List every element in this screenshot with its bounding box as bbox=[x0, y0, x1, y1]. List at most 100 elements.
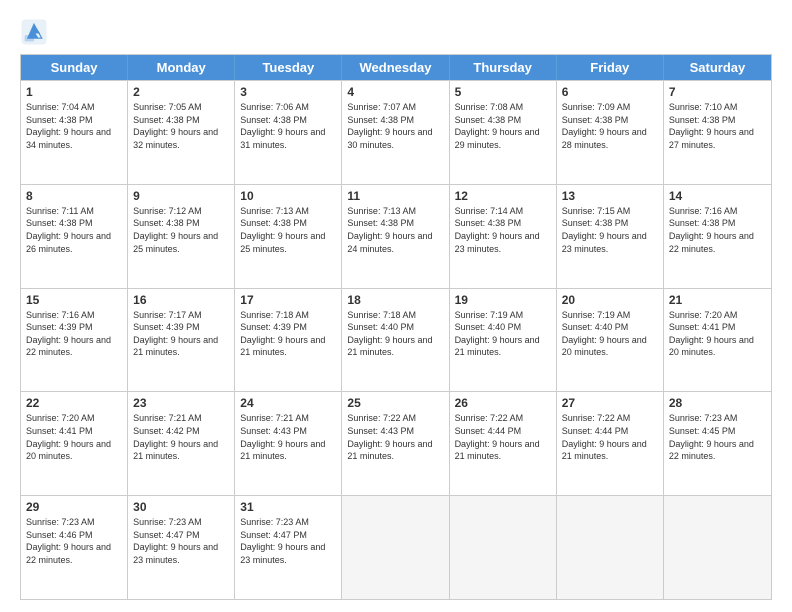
day-cell-26: 26Sunrise: 7:22 AMSunset: 4:44 PMDayligh… bbox=[450, 392, 557, 495]
day-info: Sunrise: 7:18 AMSunset: 4:39 PMDaylight:… bbox=[240, 310, 325, 358]
day-cell-17: 17 Sunrise: 7:18 AMSunset: 4:39 PMDayligh… bbox=[235, 289, 342, 392]
day-info: Sunrise: 7:09 AMSunset: 4:38 PMDaylight:… bbox=[562, 102, 647, 150]
day-info: Sunrise: 7:21 AMSunset: 4:43 PMDaylight:… bbox=[240, 413, 325, 461]
day-number: 28 bbox=[669, 396, 766, 410]
day-info: Sunrise: 7:16 AMSunset: 4:38 PMDaylight:… bbox=[669, 206, 754, 254]
day-info: Sunrise: 7:05 AMSunset: 4:38 PMDaylight:… bbox=[133, 102, 218, 150]
day-number: 25 bbox=[347, 396, 443, 410]
day-number: 3 bbox=[240, 85, 336, 99]
day-cell-31: 31 Sunrise: 7:23 AMSunset: 4:47 PMDayligh… bbox=[235, 496, 342, 599]
day-cell-7: 7Sunrise: 7:10 AMSunset: 4:38 PMDaylight… bbox=[664, 81, 771, 184]
day-info: Sunrise: 7:19 AMSunset: 4:40 PMDaylight:… bbox=[562, 310, 647, 358]
empty-cell bbox=[450, 496, 557, 599]
day-header-tuesday: Tuesday bbox=[235, 55, 342, 80]
day-header-saturday: Saturday bbox=[664, 55, 771, 80]
logo bbox=[20, 18, 52, 46]
day-cell-11: 11Sunrise: 7:13 AMSunset: 4:38 PMDayligh… bbox=[342, 185, 449, 288]
logo-icon bbox=[20, 18, 48, 46]
week-row-5: 29 Sunrise: 7:23 AMSunset: 4:46 PMDayligh… bbox=[21, 495, 771, 599]
day-info: Sunrise: 7:13 AMSunset: 4:38 PMDaylight:… bbox=[240, 206, 325, 254]
empty-cell bbox=[664, 496, 771, 599]
day-cell-1: 1Sunrise: 7:04 AMSunset: 4:38 PMDaylight… bbox=[21, 81, 128, 184]
day-info: Sunrise: 7:23 AMSunset: 4:47 PMDaylight:… bbox=[133, 517, 218, 565]
day-info: Sunrise: 7:14 AMSunset: 4:38 PMDaylight:… bbox=[455, 206, 540, 254]
day-cell-19: 19 Sunrise: 7:19 AMSunset: 4:40 PMDayligh… bbox=[450, 289, 557, 392]
day-info: Sunrise: 7:18 AMSunset: 4:40 PMDaylight:… bbox=[347, 310, 432, 358]
day-number: 30 bbox=[133, 500, 229, 514]
day-cell-23: 23 Sunrise: 7:21 AMSunset: 4:42 PMDayligh… bbox=[128, 392, 235, 495]
day-number: 21 bbox=[669, 293, 766, 307]
day-cell-15: 15 Sunrise: 7:16 AMSunset: 4:39 PMDayligh… bbox=[21, 289, 128, 392]
day-number: 23 bbox=[133, 396, 229, 410]
day-number: 1 bbox=[26, 85, 122, 99]
day-info: Sunrise: 7:17 AMSunset: 4:39 PMDaylight:… bbox=[133, 310, 218, 358]
day-number: 7 bbox=[669, 85, 766, 99]
calendar-body: 1Sunrise: 7:04 AMSunset: 4:38 PMDaylight… bbox=[21, 80, 771, 599]
week-row-3: 15 Sunrise: 7:16 AMSunset: 4:39 PMDayligh… bbox=[21, 288, 771, 392]
day-number: 8 bbox=[26, 189, 122, 203]
day-number: 2 bbox=[133, 85, 229, 99]
day-info: Sunrise: 7:23 AMSunset: 4:46 PMDaylight:… bbox=[26, 517, 111, 565]
day-number: 26 bbox=[455, 396, 551, 410]
day-number: 9 bbox=[133, 189, 229, 203]
day-cell-21: 21 Sunrise: 7:20 AMSunset: 4:41 PMDayligh… bbox=[664, 289, 771, 392]
day-info: Sunrise: 7:19 AMSunset: 4:40 PMDaylight:… bbox=[455, 310, 540, 358]
day-number: 20 bbox=[562, 293, 658, 307]
day-number: 4 bbox=[347, 85, 443, 99]
day-number: 12 bbox=[455, 189, 551, 203]
day-cell-20: 20 Sunrise: 7:19 AMSunset: 4:40 PMDayligh… bbox=[557, 289, 664, 392]
day-header-sunday: Sunday bbox=[21, 55, 128, 80]
day-cell-18: 18 Sunrise: 7:18 AMSunset: 4:40 PMDayligh… bbox=[342, 289, 449, 392]
day-number: 5 bbox=[455, 85, 551, 99]
day-cell-8: 8Sunrise: 7:11 AMSunset: 4:38 PMDaylight… bbox=[21, 185, 128, 288]
day-number: 27 bbox=[562, 396, 658, 410]
calendar: SundayMondayTuesdayWednesdayThursdayFrid… bbox=[20, 54, 772, 600]
day-cell-28: 28 Sunrise: 7:23 AMSunset: 4:45 PMDayligh… bbox=[664, 392, 771, 495]
day-header-thursday: Thursday bbox=[450, 55, 557, 80]
day-cell-12: 12 Sunrise: 7:14 AMSunset: 4:38 PMDayligh… bbox=[450, 185, 557, 288]
day-info: Sunrise: 7:13 AMSunset: 4:38 PMDaylight:… bbox=[347, 206, 432, 254]
day-number: 13 bbox=[562, 189, 658, 203]
day-cell-30: 30 Sunrise: 7:23 AMSunset: 4:47 PMDayligh… bbox=[128, 496, 235, 599]
day-header-monday: Monday bbox=[128, 55, 235, 80]
day-cell-22: 22Sunrise: 7:20 AMSunset: 4:41 PMDayligh… bbox=[21, 392, 128, 495]
day-cell-16: 16 Sunrise: 7:17 AMSunset: 4:39 PMDayligh… bbox=[128, 289, 235, 392]
day-info: Sunrise: 7:22 AMSunset: 4:44 PMDaylight:… bbox=[562, 413, 647, 461]
day-number: 18 bbox=[347, 293, 443, 307]
day-cell-10: 10Sunrise: 7:13 AMSunset: 4:38 PMDayligh… bbox=[235, 185, 342, 288]
day-number: 17 bbox=[240, 293, 336, 307]
day-cell-2: 2 Sunrise: 7:05 AMSunset: 4:38 PMDaylight… bbox=[128, 81, 235, 184]
empty-cell bbox=[557, 496, 664, 599]
day-info: Sunrise: 7:16 AMSunset: 4:39 PMDaylight:… bbox=[26, 310, 111, 358]
page: SundayMondayTuesdayWednesdayThursdayFrid… bbox=[0, 0, 792, 612]
day-number: 16 bbox=[133, 293, 229, 307]
calendar-header: SundayMondayTuesdayWednesdayThursdayFrid… bbox=[21, 55, 771, 80]
week-row-1: 1Sunrise: 7:04 AMSunset: 4:38 PMDaylight… bbox=[21, 80, 771, 184]
day-info: Sunrise: 7:06 AMSunset: 4:38 PMDaylight:… bbox=[240, 102, 325, 150]
week-row-2: 8Sunrise: 7:11 AMSunset: 4:38 PMDaylight… bbox=[21, 184, 771, 288]
day-info: Sunrise: 7:07 AMSunset: 4:38 PMDaylight:… bbox=[347, 102, 432, 150]
header bbox=[20, 18, 772, 46]
day-number: 22 bbox=[26, 396, 122, 410]
day-number: 31 bbox=[240, 500, 336, 514]
day-number: 19 bbox=[455, 293, 551, 307]
day-header-wednesday: Wednesday bbox=[342, 55, 449, 80]
day-cell-9: 9Sunrise: 7:12 AMSunset: 4:38 PMDaylight… bbox=[128, 185, 235, 288]
day-cell-24: 24Sunrise: 7:21 AMSunset: 4:43 PMDayligh… bbox=[235, 392, 342, 495]
day-number: 29 bbox=[26, 500, 122, 514]
day-cell-5: 5 Sunrise: 7:08 AMSunset: 4:38 PMDaylight… bbox=[450, 81, 557, 184]
day-cell-27: 27 Sunrise: 7:22 AMSunset: 4:44 PMDayligh… bbox=[557, 392, 664, 495]
day-info: Sunrise: 7:23 AMSunset: 4:45 PMDaylight:… bbox=[669, 413, 754, 461]
day-header-friday: Friday bbox=[557, 55, 664, 80]
day-number: 14 bbox=[669, 189, 766, 203]
day-info: Sunrise: 7:15 AMSunset: 4:38 PMDaylight:… bbox=[562, 206, 647, 254]
day-info: Sunrise: 7:20 AMSunset: 4:41 PMDaylight:… bbox=[669, 310, 754, 358]
day-info: Sunrise: 7:23 AMSunset: 4:47 PMDaylight:… bbox=[240, 517, 325, 565]
day-number: 15 bbox=[26, 293, 122, 307]
day-cell-3: 3 Sunrise: 7:06 AMSunset: 4:38 PMDaylight… bbox=[235, 81, 342, 184]
day-info: Sunrise: 7:21 AMSunset: 4:42 PMDaylight:… bbox=[133, 413, 218, 461]
day-cell-4: 4 Sunrise: 7:07 AMSunset: 4:38 PMDaylight… bbox=[342, 81, 449, 184]
day-cell-6: 6Sunrise: 7:09 AMSunset: 4:38 PMDaylight… bbox=[557, 81, 664, 184]
empty-cell bbox=[342, 496, 449, 599]
day-info: Sunrise: 7:08 AMSunset: 4:38 PMDaylight:… bbox=[455, 102, 540, 150]
